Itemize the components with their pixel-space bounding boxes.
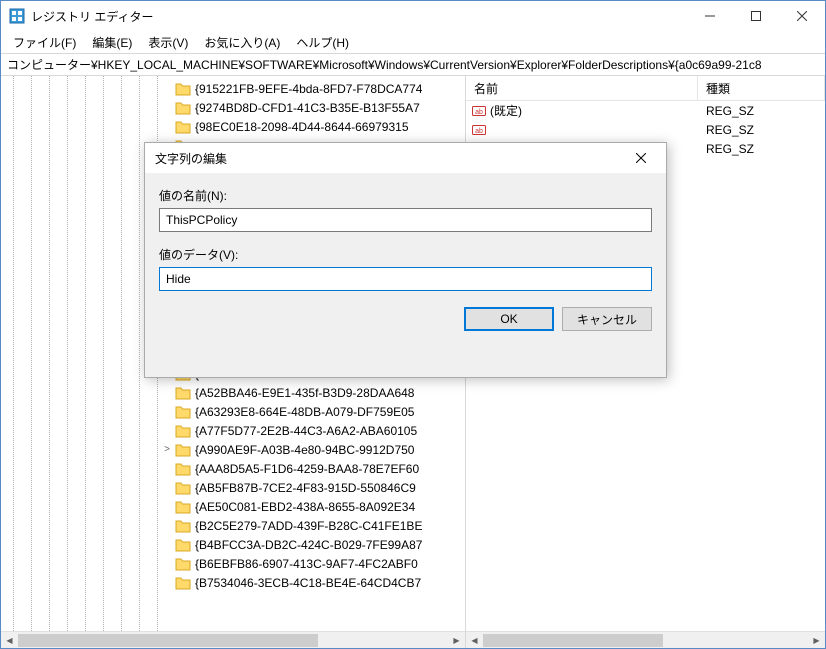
folder-icon [175, 101, 191, 115]
dialog-title: 文字列の編集 [155, 150, 626, 167]
value-name: (既定) [490, 102, 522, 119]
value-data-input[interactable] [159, 267, 652, 291]
tree-item[interactable]: {AAA8D5A5-F1D6-4259-BAA8-78E7EF60 [161, 459, 465, 478]
svg-text:ab: ab [475, 128, 483, 135]
svg-text:ab: ab [475, 109, 483, 116]
menu-favorites[interactable]: お気に入り(A) [196, 32, 288, 53]
tree-item[interactable]: > {A990AE9F-A03B-4e80-94BC-9912D750 [161, 440, 465, 459]
tree-item[interactable]: {B6EBFB86-6907-413C-9AF7-4FC2ABF0 [161, 554, 465, 573]
folder-icon [175, 405, 191, 419]
ok-button[interactable]: OK [464, 307, 554, 331]
app-icon [9, 8, 25, 24]
tree-item[interactable]: {B4BFCC3A-DB2C-424C-B029-7FE99A87 [161, 535, 465, 554]
tree-item-label: {AE50C081-EBD2-438A-8655-8A092E34 [195, 500, 415, 514]
scroll-right-button[interactable]: ▶ [808, 632, 825, 648]
folder-icon [175, 576, 191, 590]
maximize-button[interactable] [733, 1, 779, 31]
folder-icon [175, 386, 191, 400]
value-type: REG_SZ [698, 142, 754, 156]
folder-icon [175, 424, 191, 438]
folder-icon [175, 500, 191, 514]
folder-icon [175, 462, 191, 476]
tree-item-label: {A77F5D77-2E2B-44C3-A6A2-ABA60105 [195, 424, 417, 438]
list-horizontal-scrollbar[interactable]: ◀ ▶ [466, 631, 825, 648]
list-row[interactable]: ab REG_SZ [466, 120, 825, 139]
folder-icon [175, 82, 191, 96]
scroll-right-button[interactable]: ▶ [448, 632, 465, 648]
list-row[interactable]: ab (既定) REG_SZ [466, 101, 825, 120]
menu-file[interactable]: ファイル(F) [5, 32, 84, 53]
column-type[interactable]: 種類 [698, 76, 825, 100]
tree-item[interactable]: {915221FB-9EFE-4bda-8FD7-F78DCA774 [161, 79, 465, 98]
tree-item-label: {A52BBA46-E9E1-435f-B3D9-28DAA648 [195, 386, 414, 400]
folder-icon [175, 481, 191, 495]
minimize-button[interactable] [687, 1, 733, 31]
folder-icon [175, 557, 191, 571]
tree-item[interactable]: {AB5FB87B-7CE2-4F83-915D-550846C9 [161, 478, 465, 497]
tree-item[interactable]: {A77F5D77-2E2B-44C3-A6A2-ABA60105 [161, 421, 465, 440]
folder-icon [175, 443, 191, 457]
list-header: 名前 種類 [466, 76, 825, 101]
tree-item-label: {915221FB-9EFE-4bda-8FD7-F78DCA774 [195, 82, 422, 96]
address-bar[interactable]: コンピューター¥HKEY_LOCAL_MACHINE¥SOFTWARE¥Micr… [1, 53, 825, 76]
tree-item[interactable]: {A63293E8-664E-48DB-A079-DF759E05 [161, 402, 465, 421]
scroll-thumb[interactable] [18, 634, 318, 647]
tree-item-label: {98EC0E18-2098-4D44-8644-66979315 [195, 120, 409, 134]
close-icon [636, 153, 646, 163]
string-value-icon: ab [472, 123, 486, 137]
tree-item[interactable]: {B7534046-3ECB-4C18-BE4E-64CD4CB7 [161, 573, 465, 592]
tree-guide-lines [1, 76, 161, 631]
scroll-left-button[interactable]: ◀ [466, 632, 483, 648]
folder-icon [175, 120, 191, 134]
scroll-left-button[interactable]: ◀ [1, 632, 18, 648]
tree-item[interactable]: {A52BBA46-E9E1-435f-B3D9-28DAA648 [161, 383, 465, 402]
tree-horizontal-scrollbar[interactable]: ◀ ▶ [1, 631, 465, 648]
dialog-close-button[interactable] [626, 143, 656, 173]
value-type: REG_SZ [698, 104, 754, 118]
tree-item[interactable]: {AE50C081-EBD2-438A-8655-8A092E34 [161, 497, 465, 516]
folder-icon [175, 538, 191, 552]
menu-help[interactable]: ヘルプ(H) [288, 32, 357, 53]
value-name-input[interactable] [159, 208, 652, 232]
tree-item-label: {AB5FB87B-7CE2-4F83-915D-550846C9 [195, 481, 416, 495]
tree-item-label: {9274BD8D-CFD1-41C3-B35E-B13F55A7 [195, 101, 420, 115]
titlebar: レジストリ エディター [1, 1, 825, 31]
column-name[interactable]: 名前 [466, 76, 698, 100]
value-name-label: 値の名前(N): [159, 187, 652, 204]
tree-item-label: {A63293E8-664E-48DB-A079-DF759E05 [195, 405, 414, 419]
tree-item[interactable]: {9274BD8D-CFD1-41C3-B35E-B13F55A7 [161, 98, 465, 117]
menu-edit[interactable]: 編集(E) [84, 32, 140, 53]
tree-item-label: {B2C5E279-7ADD-439F-B28C-C41FE1BE [195, 519, 422, 533]
tree-item-label: {B6EBFB86-6907-413C-9AF7-4FC2ABF0 [195, 557, 418, 571]
string-value-icon: ab [472, 104, 486, 118]
value-data-label: 値のデータ(V): [159, 246, 652, 263]
menu-view[interactable]: 表示(V) [140, 32, 196, 53]
menubar: ファイル(F) 編集(E) 表示(V) お気に入り(A) ヘルプ(H) [1, 31, 825, 53]
address-text: コンピューター¥HKEY_LOCAL_MACHINE¥SOFTWARE¥Micr… [7, 56, 762, 73]
tree-item[interactable]: {B2C5E279-7ADD-439F-B28C-C41FE1BE [161, 516, 465, 535]
dialog-titlebar: 文字列の編集 [145, 143, 666, 173]
folder-icon [175, 519, 191, 533]
tree-item-label: {B7534046-3ECB-4C18-BE4E-64CD4CB7 [195, 576, 421, 590]
expand-icon[interactable]: > [161, 444, 173, 455]
tree-item-label: {B4BFCC3A-DB2C-424C-B029-7FE99A87 [195, 538, 422, 552]
edit-string-dialog: 文字列の編集 値の名前(N): 値のデータ(V): OK キャンセル [144, 142, 667, 378]
close-button[interactable] [779, 1, 825, 31]
scroll-thumb[interactable] [483, 634, 663, 647]
cancel-button[interactable]: キャンセル [562, 307, 652, 331]
tree-item-label: {A990AE9F-A03B-4e80-94BC-9912D750 [195, 443, 414, 457]
value-type: REG_SZ [698, 123, 754, 137]
tree-item-label: {AAA8D5A5-F1D6-4259-BAA8-78E7EF60 [195, 462, 419, 476]
tree-item[interactable]: {98EC0E18-2098-4D44-8644-66979315 [161, 117, 465, 136]
window-title: レジストリ エディター [31, 8, 154, 25]
